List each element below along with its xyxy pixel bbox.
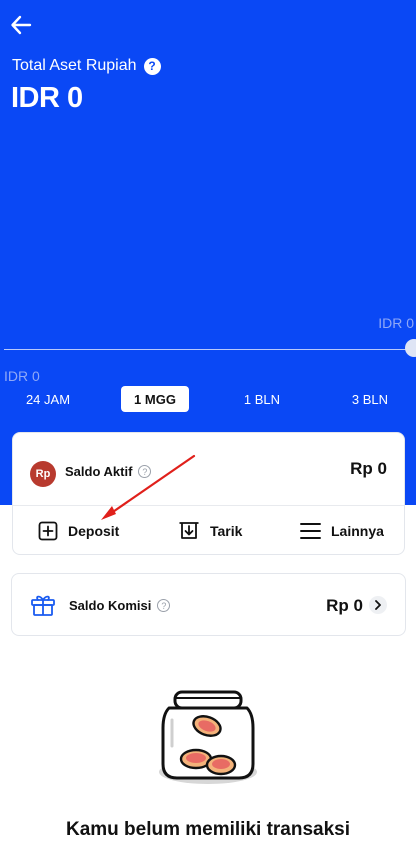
empty-jar-illustration — [159, 690, 257, 784]
empty-state-message: Kamu belum memiliki transaksi — [65, 819, 351, 840]
